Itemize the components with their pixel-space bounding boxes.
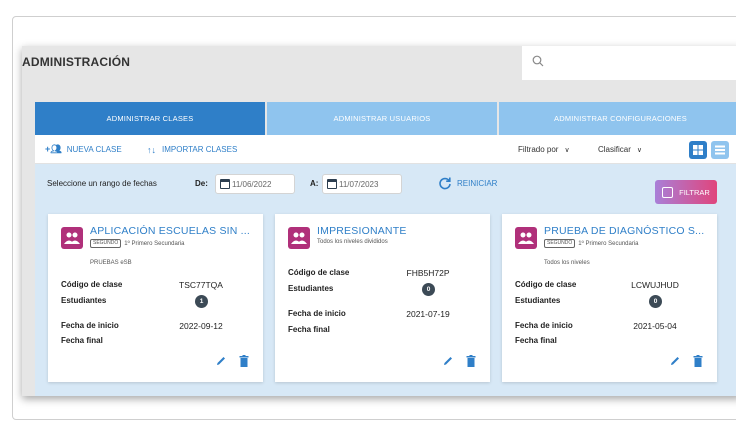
import-classes-label: IMPORTAR CLASES (162, 145, 238, 154)
class-extra: PRUEBAS eSB (90, 260, 132, 266)
start-date: 2021-07-19 (406, 309, 450, 319)
students-label: Estudiantes (515, 296, 561, 305)
edit-icon[interactable] (215, 354, 227, 372)
from-label: De: (195, 179, 208, 188)
class-card[interactable]: APLICACIÓN ESCUELAS SIN ... SEGUNDO 1º P… (48, 214, 263, 382)
students-count: 1 (195, 295, 208, 308)
chevron-down-icon: ∨ (636, 146, 643, 154)
calendar-icon (220, 179, 230, 189)
class-title[interactable]: APLICACIÓN ESCUELAS SIN ... (90, 225, 260, 237)
code-label: Código de clase (288, 268, 350, 277)
reset-label: REINICIAR (457, 178, 498, 188)
import-classes-button[interactable]: ↑↓ IMPORTAR CLASES (147, 135, 237, 164)
page-title: ADMINISTRACIÓN (22, 55, 131, 69)
date-range-prompt: Seleccione un rango de fechas (47, 179, 157, 188)
reset-button[interactable]: REINICIAR (438, 176, 497, 190)
filter-by-label: Filtrado por (518, 145, 559, 154)
from-date-input[interactable]: 11/06/2022 (215, 174, 295, 194)
group-icon (61, 227, 83, 249)
to-date-value: 11/07/2023 (339, 179, 379, 189)
new-class-label: NUEVA CLASE (66, 145, 122, 154)
class-code: LCWUJHUD (631, 280, 679, 290)
date-range-filter: Seleccione un rango de fechas De: 11/06/… (35, 164, 736, 202)
class-title[interactable]: IMPRESIONANTE (317, 225, 487, 237)
start-date: 2022-09-12 (179, 321, 223, 331)
code-label: Código de clase (515, 280, 577, 289)
class-level: SEGUNDO 1º Primero Secundaria (544, 239, 639, 248)
start-label: Fecha de inicio (61, 321, 119, 330)
to-label: A: (310, 179, 319, 188)
from-date-value: 11/06/2022 (232, 179, 272, 189)
delete-icon[interactable] (239, 354, 249, 372)
tab-manage-settings[interactable]: ADMINISTRAR CONFIGURACIONES (499, 102, 736, 135)
sort-dropdown[interactable]: Clasificar ∨ (598, 135, 642, 164)
refresh-icon (439, 177, 451, 190)
level-text: 1º Primero Secundaria (124, 240, 185, 247)
group-icon (515, 227, 537, 249)
calendar-icon (327, 179, 337, 189)
toolbar: +👥︎ NUEVA CLASE ↑↓ IMPORTAR CLASES Filtr… (35, 135, 736, 164)
end-label: Fecha final (515, 336, 557, 345)
start-label: Fecha de inicio (288, 309, 346, 318)
students-count: 0 (649, 295, 662, 308)
start-date: 2021-05-04 (633, 321, 677, 331)
filter-button[interactable]: FILTRAR (655, 180, 717, 204)
grid-view-button[interactable] (689, 141, 707, 159)
new-class-button[interactable]: +👥︎ NUEVA CLASE (45, 135, 122, 164)
to-date-input[interactable]: 11/07/2023 (322, 174, 402, 194)
level-text: 1º Primero Secundaria (578, 240, 639, 247)
class-extra: Todos los niveles (544, 260, 590, 266)
tab-manage-classes[interactable]: ADMINISTRAR CLASES (35, 102, 265, 135)
delete-icon[interactable] (466, 354, 476, 372)
students-label: Estudiantes (61, 296, 107, 305)
edit-icon[interactable] (442, 354, 454, 372)
grade-tag: SEGUNDO (90, 239, 122, 248)
start-label: Fecha de inicio (515, 321, 573, 330)
end-label: Fecha final (61, 336, 103, 345)
add-group-icon: +👥︎ (45, 144, 62, 154)
class-code: TSC77TQA (179, 280, 223, 290)
level-text: Todos los niveles divididos (317, 239, 388, 245)
edit-icon[interactable] (669, 354, 681, 372)
grade-tag: SEGUNDO (544, 239, 576, 248)
delete-icon[interactable] (693, 354, 703, 372)
group-icon (288, 227, 310, 249)
class-card[interactable]: IMPRESIONANTE Todos los niveles dividido… (275, 214, 490, 382)
class-card[interactable]: PRUEBA DE DIAGNÓSTICO S... SEGUNDO 1º Pr… (502, 214, 717, 382)
students-label: Estudiantes (288, 284, 334, 293)
filter-label: FILTRAR (679, 187, 710, 197)
chevron-down-icon: ∨ (564, 146, 570, 154)
tab-bar: ADMINISTRAR CLASES ADMINISTRAR USUARIOS … (35, 102, 736, 135)
end-label: Fecha final (288, 325, 330, 334)
filter-icon (662, 186, 674, 198)
grid-icon (693, 145, 703, 155)
class-code: FHB5H72P (406, 268, 450, 278)
tab-manage-users[interactable]: ADMINISTRAR USUARIOS (267, 102, 497, 135)
class-title[interactable]: PRUEBA DE DIAGNÓSTICO S... (544, 225, 714, 237)
sort-label: Clasificar (598, 145, 631, 154)
import-icon: ↑↓ (147, 144, 156, 155)
students-count: 0 (422, 283, 435, 296)
class-level: SEGUNDO 1º Primero Secundaria (90, 239, 185, 248)
search-box[interactable] (522, 46, 736, 80)
code-label: Código de clase (61, 280, 123, 289)
list-icon (715, 145, 725, 155)
list-view-button[interactable] (711, 141, 729, 159)
filter-by-dropdown[interactable]: Filtrado por ∨ (518, 135, 570, 164)
class-level: Todos los niveles divididos (317, 239, 388, 245)
search-icon (532, 55, 544, 67)
